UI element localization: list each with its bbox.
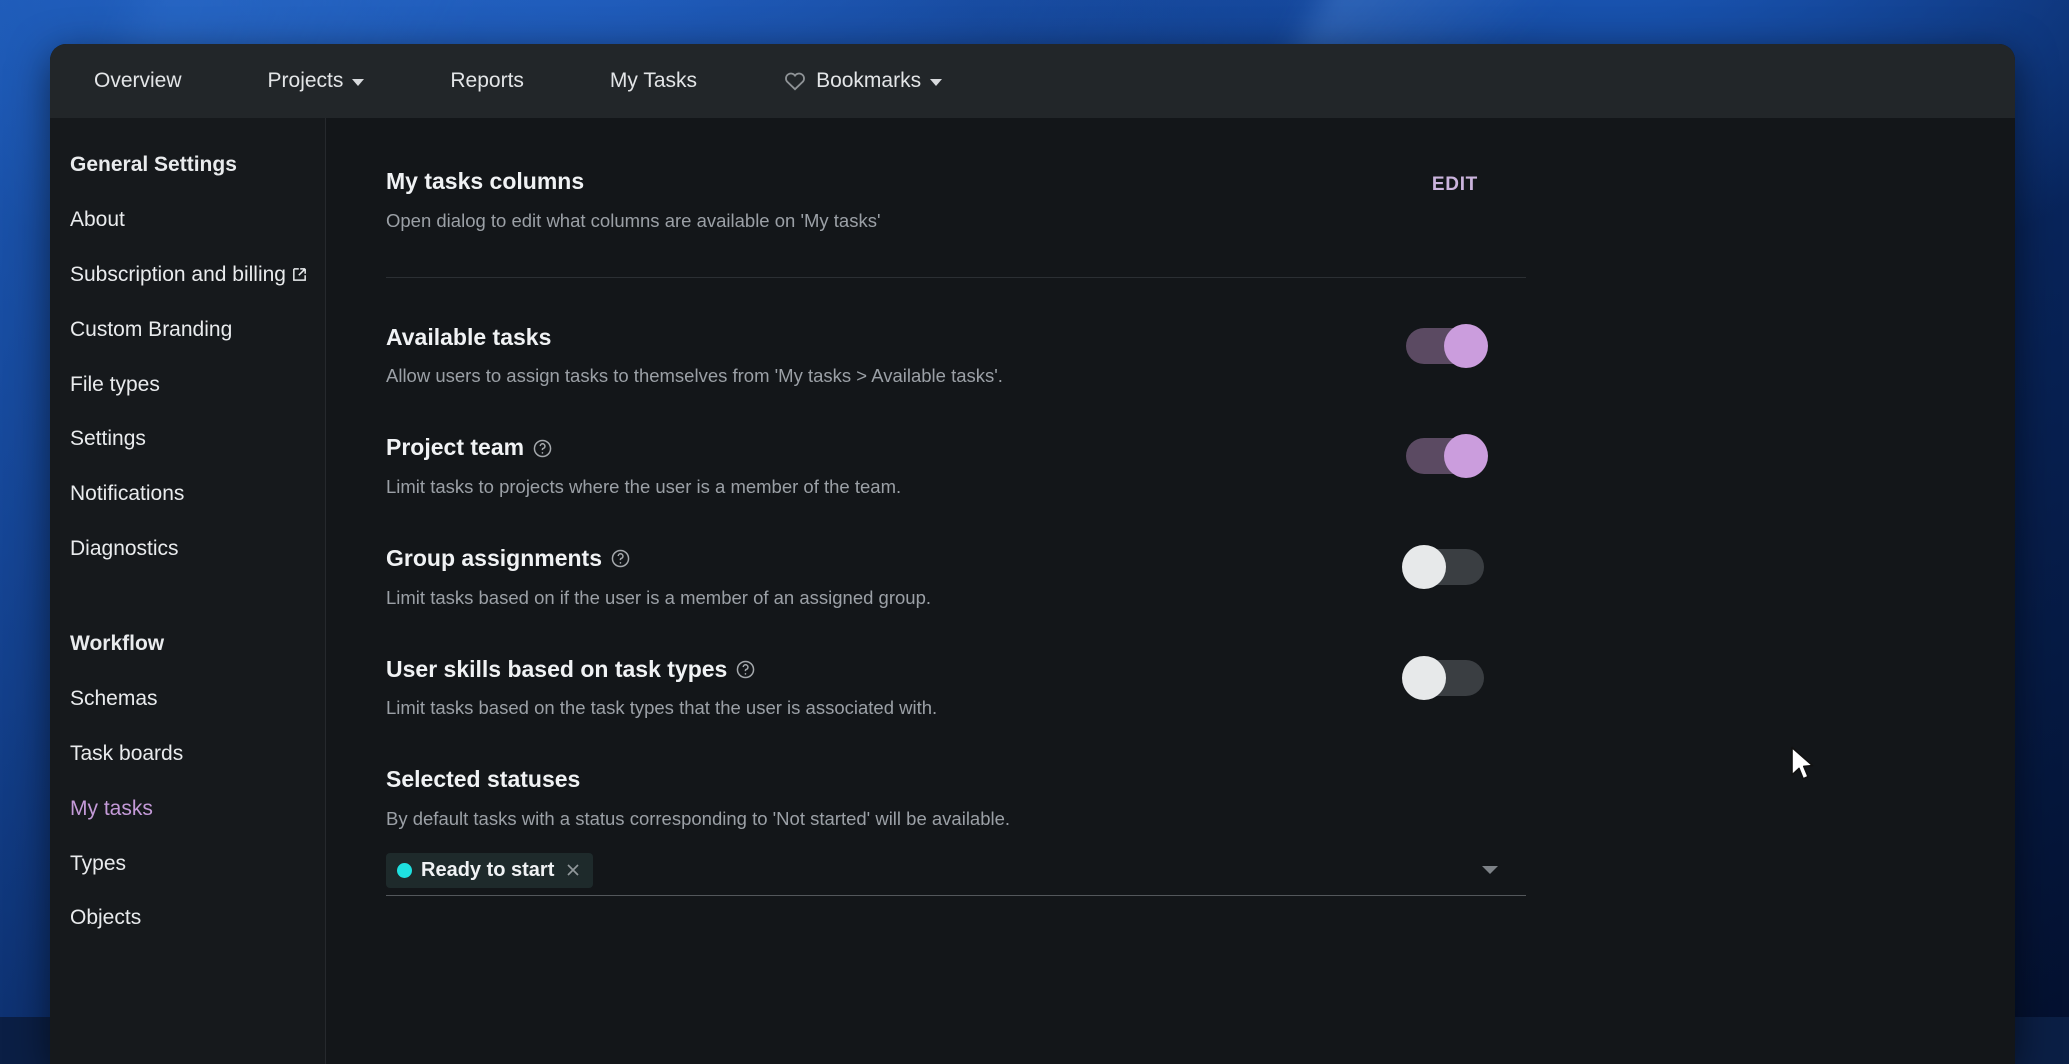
- setting-title-label: My tasks columns: [386, 168, 584, 196]
- close-icon[interactable]: [563, 860, 583, 880]
- window-body: General Settings About Subscription and …: [50, 118, 2015, 1064]
- nav-item-label: Bookmarks: [816, 69, 921, 93]
- setting-title-label: Group assignments: [386, 545, 602, 573]
- setting-row-group-assignments: Group assignments Limit tasks based on i…: [386, 543, 1526, 610]
- setting-title: Selected statuses: [386, 766, 2015, 794]
- setting-title: Project team: [386, 434, 901, 462]
- toggle-project-team[interactable]: [1406, 438, 1484, 474]
- sidebar-item-label: Types: [70, 852, 126, 875]
- chevron-down-icon[interactable]: [1482, 866, 1498, 874]
- sidebar-item-label: File types: [70, 373, 160, 396]
- setting-text: Available tasks Allow users to assign ta…: [386, 322, 1003, 389]
- toggle-knob: [1444, 324, 1488, 368]
- setting-description: Limit tasks to projects where the user i…: [386, 475, 901, 499]
- sidebar-item-diagnostics[interactable]: Diagnostics: [50, 536, 325, 563]
- toggle-group-assignments[interactable]: [1406, 549, 1484, 585]
- setting-title: User skills based on task types: [386, 656, 937, 684]
- help-icon[interactable]: [610, 548, 631, 569]
- nav-item-label: Overview: [94, 69, 182, 93]
- sidebar-item-label: Diagnostics: [70, 537, 179, 560]
- setting-text: My tasks columns Open dialog to edit wha…: [386, 166, 881, 233]
- sidebar-item-label: Schemas: [70, 687, 158, 710]
- setting-row-user-skills: User skills based on task types Limit ta…: [386, 654, 1526, 721]
- sidebar-item-types[interactable]: Types: [50, 851, 325, 878]
- external-link-icon: [286, 263, 308, 286]
- status-chip[interactable]: Ready to start: [386, 853, 593, 888]
- setting-title: My tasks columns: [386, 168, 881, 196]
- sidebar-item-label: Custom Branding: [70, 318, 232, 341]
- setting-row-available-tasks: Available tasks Allow users to assign ta…: [386, 322, 1526, 389]
- toggle-user-skills[interactable]: [1406, 660, 1484, 696]
- status-color-dot: [397, 863, 412, 878]
- sidebar-item-label: Objects: [70, 906, 141, 929]
- setting-title: Group assignments: [386, 545, 931, 573]
- setting-row-selected-statuses: Selected statuses By default tasks with …: [386, 764, 2015, 896]
- setting-title-label: Selected statuses: [386, 766, 580, 794]
- setting-description: Allow users to assign tasks to themselve…: [386, 364, 1003, 388]
- status-chip-list: Ready to start: [386, 853, 593, 888]
- section-divider: [386, 277, 1526, 278]
- sidebar-item-notifications[interactable]: Notifications: [50, 481, 325, 508]
- setting-text: Group assignments Limit tasks based on i…: [386, 543, 931, 610]
- nav-item-reports[interactable]: Reports: [428, 59, 546, 103]
- sidebar-item-task-boards[interactable]: Task boards: [50, 741, 325, 768]
- sidebar-item-objects[interactable]: Objects: [50, 905, 325, 932]
- status-chip-label: Ready to start: [421, 859, 554, 882]
- sidebar-item-my-tasks[interactable]: My tasks: [50, 796, 325, 823]
- setting-title-label: Project team: [386, 434, 524, 462]
- help-icon[interactable]: [735, 659, 756, 680]
- toggle-available-tasks[interactable]: [1406, 328, 1484, 364]
- sidebar-item-custom-branding[interactable]: Custom Branding: [50, 317, 325, 344]
- setting-title-label: Available tasks: [386, 324, 551, 352]
- nav-item-overview[interactable]: Overview: [72, 59, 204, 103]
- sidebar-item-subscription-and-billing[interactable]: Subscription and billing: [50, 262, 325, 289]
- heart-icon: [783, 69, 807, 93]
- sidebar-item-label: Settings: [70, 427, 146, 450]
- nav-item-label: My Tasks: [610, 69, 697, 93]
- help-icon[interactable]: [532, 438, 553, 459]
- nav-item-projects[interactable]: Projects: [246, 59, 387, 103]
- sidebar-item-label: Task boards: [70, 742, 183, 765]
- sidebar-item-file-types[interactable]: File types: [50, 372, 325, 399]
- sidebar-item-about[interactable]: About: [50, 207, 325, 234]
- chevron-down-icon: [930, 79, 942, 86]
- sidebar-item-general-settings[interactable]: General Settings: [50, 152, 325, 179]
- sidebar-item-label: General Settings: [70, 153, 237, 176]
- nav-item-bookmarks[interactable]: Bookmarks: [761, 59, 964, 103]
- settings-sidebar: General Settings About Subscription and …: [50, 118, 326, 1064]
- setting-text: Selected statuses By default tasks with …: [386, 764, 2015, 831]
- setting-text: User skills based on task types Limit ta…: [386, 654, 937, 721]
- setting-description: Open dialog to edit what columns are ava…: [386, 209, 881, 233]
- application-window: Overview Projects Reports My Tasks Bookm…: [50, 44, 2015, 1064]
- setting-text: Project team Limit tasks to projects whe…: [386, 432, 901, 499]
- setting-row-project-team: Project team Limit tasks to projects whe…: [386, 432, 1526, 499]
- toggle-knob: [1402, 656, 1446, 700]
- edit-my-tasks-columns-button[interactable]: EDIT: [1414, 166, 1496, 204]
- sidebar-item-workflow[interactable]: Workflow: [50, 631, 325, 658]
- setting-title: Available tasks: [386, 324, 1003, 352]
- setting-title-label: User skills based on task types: [386, 656, 727, 684]
- top-navigation-bar: Overview Projects Reports My Tasks Bookm…: [50, 44, 2015, 118]
- setting-description: Limit tasks based on if the user is a me…: [386, 586, 931, 610]
- setting-description: By default tasks with a status correspon…: [386, 807, 2015, 831]
- setting-description: Limit tasks based on the task types that…: [386, 696, 937, 720]
- toggle-knob: [1444, 434, 1488, 478]
- nav-item-label: Reports: [450, 69, 524, 93]
- sidebar-item-label: Workflow: [70, 632, 164, 655]
- settings-main-panel: My tasks columns Open dialog to edit wha…: [326, 118, 2015, 1064]
- nav-item-label: Projects: [268, 69, 344, 93]
- selected-statuses-field[interactable]: Ready to start: [386, 853, 1526, 896]
- sidebar-item-label: Notifications: [70, 482, 184, 505]
- toggle-knob: [1402, 545, 1446, 589]
- sidebar-item-label: About: [70, 208, 125, 231]
- sidebar-item-label: Subscription and billing: [70, 263, 286, 286]
- chevron-down-icon: [352, 79, 364, 86]
- sidebar-group-separator: [50, 591, 325, 631]
- sidebar-item-settings[interactable]: Settings: [50, 426, 325, 453]
- sidebar-item-schemas[interactable]: Schemas: [50, 686, 325, 713]
- sidebar-item-label: My tasks: [70, 797, 153, 820]
- nav-item-my-tasks[interactable]: My Tasks: [588, 59, 719, 103]
- setting-row-my-tasks-columns: My tasks columns Open dialog to edit wha…: [386, 166, 1526, 233]
